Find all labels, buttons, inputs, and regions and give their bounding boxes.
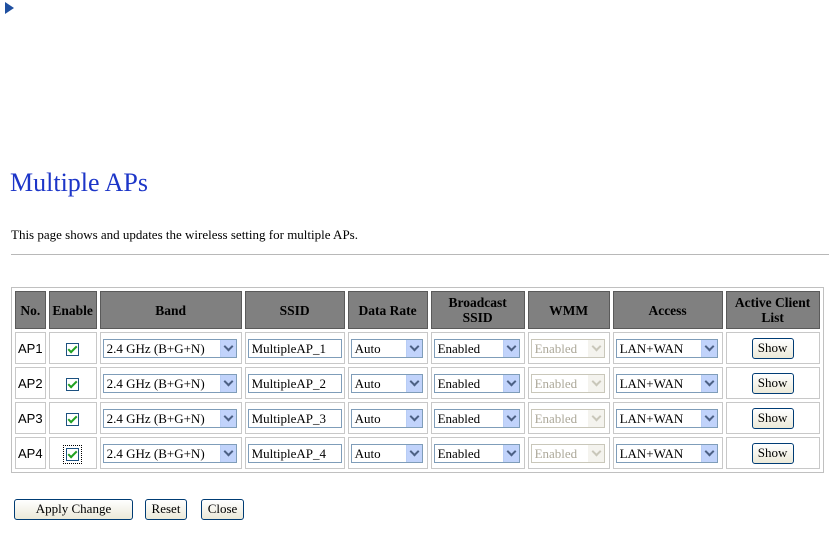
col-header-ssid: SSID — [244, 291, 345, 329]
chevron-down-icon[interactable] — [700, 409, 717, 427]
show-clients-button[interactable]: Show — [751, 442, 794, 464]
ap-number: AP2 — [15, 367, 46, 399]
table-row: AP2 2.4 GHz (B+G+N) MultipleAP_2 Auto En… — [15, 367, 820, 399]
data-rate-select[interactable]: Auto — [350, 408, 423, 428]
ap-number: AP3 — [15, 402, 46, 434]
chevron-down-icon — [587, 339, 604, 357]
chevron-down-icon — [587, 409, 604, 427]
divider — [11, 254, 829, 255]
chevron-down-icon — [587, 444, 604, 462]
enable-checkbox[interactable] — [66, 342, 80, 356]
show-clients-button[interactable]: Show — [751, 407, 794, 429]
reset-button[interactable]: Reset — [145, 499, 187, 520]
broadcast-ssid-select[interactable]: Enabled — [433, 373, 520, 393]
table-row: AP4 2.4 GHz (B+G+N) MultipleAP_4 Auto En… — [15, 437, 820, 469]
col-header-active-client-list: Active Client List — [725, 291, 820, 329]
data-rate-select[interactable]: Auto — [350, 443, 423, 463]
ap-number: AP4 — [15, 437, 46, 469]
table-row: AP3 2.4 GHz (B+G+N) MultipleAP_3 Auto En… — [15, 402, 820, 434]
wmm-select: Enabled — [530, 338, 605, 358]
access-select[interactable]: LAN+WAN — [615, 443, 718, 463]
chevron-down-icon[interactable] — [502, 374, 519, 392]
data-rate-select[interactable]: Auto — [350, 373, 423, 393]
chevron-down-icon — [587, 374, 604, 392]
enable-checkbox[interactable] — [66, 412, 80, 426]
chevron-down-icon[interactable] — [502, 444, 519, 462]
band-select[interactable]: 2.4 GHz (B+G+N) — [102, 338, 237, 358]
band-select[interactable]: 2.4 GHz (B+G+N) — [102, 408, 237, 428]
chevron-down-icon[interactable] — [219, 339, 236, 357]
col-header-broadcast-ssid: Broadcast SSID — [430, 291, 525, 329]
access-select[interactable]: LAN+WAN — [615, 373, 718, 393]
chevron-down-icon[interactable] — [502, 409, 519, 427]
show-clients-button[interactable]: Show — [751, 372, 794, 394]
chevron-down-icon[interactable] — [219, 444, 236, 462]
apply-change-button[interactable]: Apply Change — [14, 499, 133, 520]
show-clients-button[interactable]: Show — [751, 337, 794, 359]
multiple-aps-table: No. Enable Band SSID Data Rate Broadcast… — [11, 287, 824, 473]
col-header-band: Band — [99, 291, 242, 329]
enable-checkbox[interactable] — [63, 444, 83, 464]
chevron-down-icon[interactable] — [219, 374, 236, 392]
band-select[interactable]: 2.4 GHz (B+G+N) — [102, 373, 237, 393]
expand-arrow-icon[interactable] — [5, 2, 14, 14]
page-title: Multiple APs — [10, 168, 148, 197]
chevron-down-icon[interactable] — [700, 374, 717, 392]
chevron-down-icon[interactable] — [219, 409, 236, 427]
close-button[interactable]: Close — [201, 499, 244, 520]
ssid-input[interactable]: MultipleAP_4 — [247, 443, 342, 463]
chevron-down-icon[interactable] — [405, 444, 422, 462]
ssid-input[interactable]: MultipleAP_1 — [247, 338, 342, 358]
data-rate-select[interactable]: Auto — [350, 338, 423, 358]
chevron-down-icon[interactable] — [700, 339, 717, 357]
band-select[interactable]: 2.4 GHz (B+G+N) — [102, 443, 237, 463]
chevron-down-icon[interactable] — [700, 444, 717, 462]
col-header-wmm: WMM — [527, 291, 610, 329]
enable-checkbox[interactable] — [66, 377, 80, 391]
ssid-input[interactable]: MultipleAP_3 — [247, 408, 342, 428]
wmm-select: Enabled — [530, 408, 605, 428]
chevron-down-icon[interactable] — [405, 339, 422, 357]
broadcast-ssid-select[interactable]: Enabled — [433, 338, 520, 358]
col-header-data-rate: Data Rate — [347, 291, 428, 329]
ssid-input[interactable]: MultipleAP_2 — [247, 373, 342, 393]
access-select[interactable]: LAN+WAN — [615, 408, 718, 428]
chevron-down-icon[interactable] — [405, 374, 422, 392]
table-header-row: No. Enable Band SSID Data Rate Broadcast… — [15, 291, 820, 329]
broadcast-ssid-select[interactable]: Enabled — [433, 443, 520, 463]
chevron-down-icon[interactable] — [502, 339, 519, 357]
col-header-no: No. — [15, 291, 46, 329]
wmm-select: Enabled — [530, 373, 605, 393]
col-header-access: Access — [612, 291, 723, 329]
page-description: This page shows and updates the wireless… — [11, 227, 358, 242]
col-header-enable: Enable — [48, 291, 97, 329]
table-row: AP1 2.4 GHz (B+G+N) MultipleAP_1 Auto En… — [15, 332, 820, 364]
access-select[interactable]: LAN+WAN — [615, 338, 718, 358]
broadcast-ssid-select[interactable]: Enabled — [433, 408, 520, 428]
ap-number: AP1 — [15, 332, 46, 364]
chevron-down-icon[interactable] — [405, 409, 422, 427]
wmm-select: Enabled — [530, 443, 605, 463]
